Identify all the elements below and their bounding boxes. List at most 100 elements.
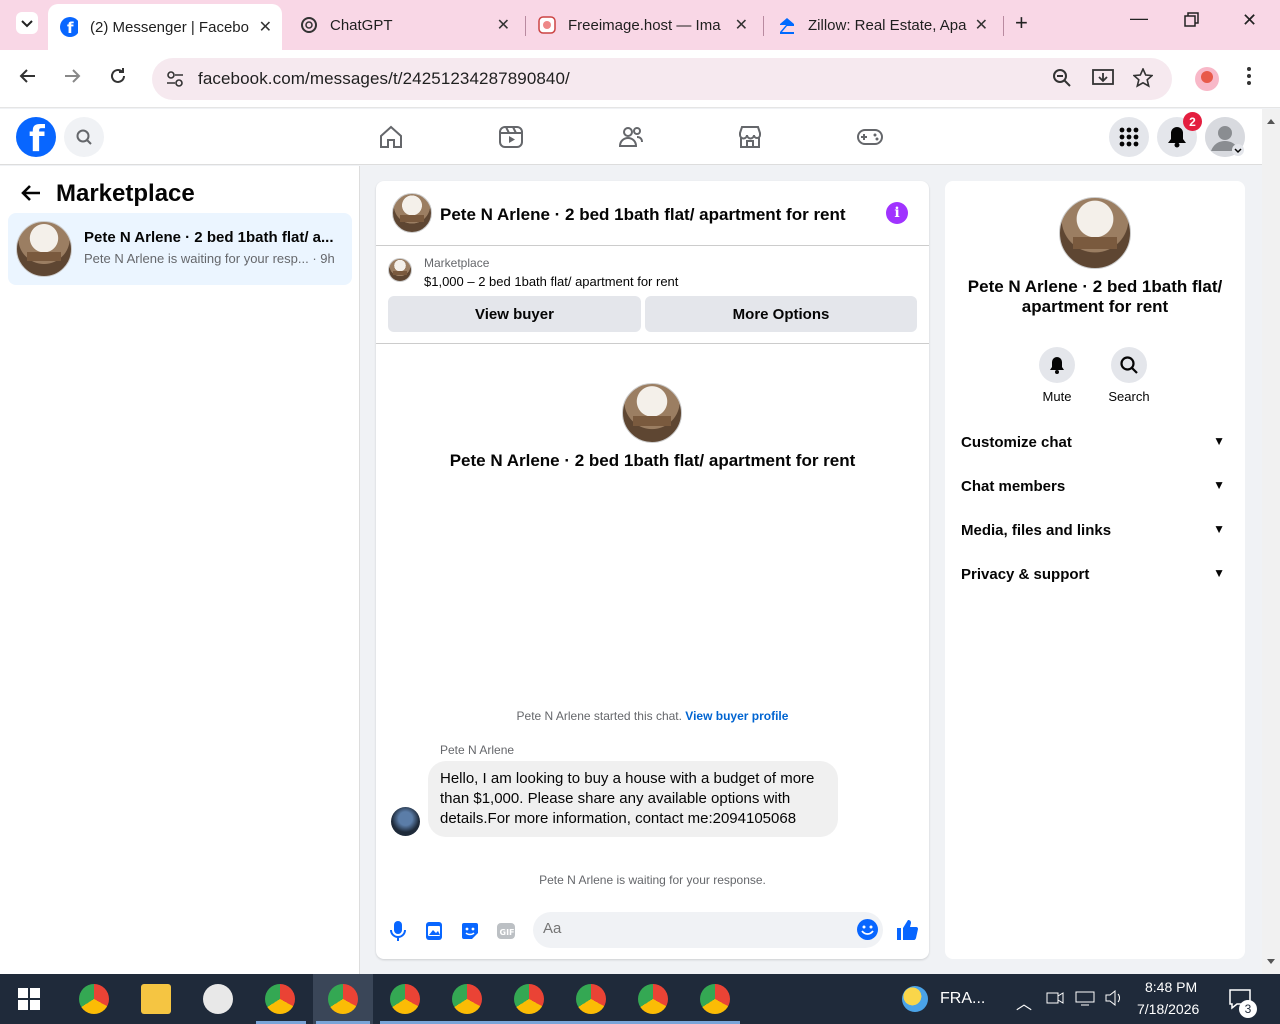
message-bubble[interactable]: Hello, I am looking to buy a house with …: [428, 761, 838, 837]
facebook-logo-icon[interactable]: f: [16, 117, 56, 160]
chat-header-avatar[interactable]: [392, 193, 432, 233]
chrome-profile-icon[interactable]: [265, 984, 295, 1014]
close-window-icon[interactable]: ✕: [1242, 10, 1257, 31]
notification-count-badge: 3: [1239, 1000, 1257, 1018]
clock-time[interactable]: 8:48 PM: [1145, 979, 1197, 995]
browser-tabbar: f (2) Messenger | Facebo ✕ ChatGPT ✕ Fre…: [0, 0, 1280, 50]
chrome-profile-icon[interactable]: [452, 984, 482, 1014]
search-icon: [1111, 347, 1147, 383]
chrome-profile-icon[interactable]: [514, 984, 544, 1014]
page-scrollbar[interactable]: [1262, 109, 1280, 974]
reload-icon[interactable]: [108, 66, 128, 92]
sender-avatar[interactable]: [391, 807, 420, 836]
tab-zillow[interactable]: Zillow: Real Estate, Apa ✕: [778, 8, 998, 42]
home-icon[interactable]: [377, 123, 405, 151]
profile-avatar-icon[interactable]: [1194, 66, 1220, 98]
close-tab-icon[interactable]: ✕: [497, 15, 510, 35]
chrome-profile-icon[interactable]: [576, 984, 606, 1014]
search-button[interactable]: Search: [1099, 347, 1159, 404]
tray-chevron-up-icon[interactable]: ︿: [1016, 990, 1032, 1014]
tab-title: ChatGPT: [330, 16, 393, 34]
close-tab-icon[interactable]: ✕: [259, 17, 272, 37]
zoom-icon[interactable]: [1052, 68, 1072, 93]
account-avatar-icon[interactable]: [1205, 117, 1245, 157]
tab-separator: [525, 16, 526, 36]
thumbs-up-icon[interactable]: [896, 919, 918, 941]
clock-date[interactable]: 7/18/2026: [1137, 1001, 1199, 1017]
divider: [376, 343, 929, 344]
chrome-taskbar-icon[interactable]: [79, 984, 109, 1014]
volume-tray-icon[interactable]: [1104, 989, 1124, 1009]
bell-icon: [1039, 347, 1075, 383]
microphone-icon[interactable]: [387, 920, 409, 942]
chrome-profile-icon[interactable]: [700, 984, 730, 1014]
conversation-item[interactable]: Pete N Arlene · 2 bed 1bath flat/ a... P…: [8, 213, 352, 285]
weather-icon[interactable]: [902, 986, 928, 1012]
site-settings-icon[interactable]: [166, 70, 184, 93]
chat-members-row[interactable]: Chat members ▼: [961, 478, 1229, 506]
tab-chatgpt[interactable]: ChatGPT ✕: [300, 8, 520, 42]
emoji-icon[interactable]: [857, 919, 878, 940]
forward-icon[interactable]: [62, 66, 82, 92]
facebook-icon: f: [60, 17, 78, 37]
close-tab-icon[interactable]: ✕: [975, 15, 988, 35]
listing-price[interactable]: $1,000 – 2 bed 1bath flat/ apartment for…: [424, 274, 678, 289]
restore-icon[interactable]: [1184, 12, 1200, 33]
marketplace-icon[interactable]: [736, 123, 764, 151]
chat-details-panel: Pete N Arlene · 2 bed 1bath flat/ apartm…: [945, 181, 1245, 959]
address-bar[interactable]: facebook.com/messages/t/2425123428789084…: [152, 58, 1172, 100]
tab-title: Zillow: Real Estate, Apa: [808, 16, 967, 34]
tab-messenger[interactable]: f (2) Messenger | Facebo ✕: [48, 4, 282, 50]
install-app-icon[interactable]: [1092, 68, 1114, 93]
snipping-tool-icon[interactable]: [203, 984, 233, 1014]
bookmark-star-icon[interactable]: [1132, 67, 1154, 93]
tab-freeimage[interactable]: Freeimage.host — Ima ✕: [538, 8, 758, 42]
more-options-button[interactable]: More Options: [645, 296, 917, 332]
media-files-links-row[interactable]: Media, files and links ▼: [961, 522, 1229, 550]
chevron-down-icon: ▼: [1213, 478, 1225, 492]
message-sender: Pete N Arlene: [440, 743, 515, 757]
minimize-icon[interactable]: —: [1130, 8, 1148, 29]
camera-tray-icon[interactable]: [1046, 990, 1064, 1009]
details-avatar[interactable]: [1059, 197, 1131, 269]
browser-menu-icon[interactable]: [1246, 66, 1252, 92]
message-input[interactable]: [543, 920, 843, 937]
privacy-support-row[interactable]: Privacy & support ▼: [961, 566, 1229, 594]
svg-text:GIF: GIF: [500, 928, 515, 937]
back-arrow-icon[interactable]: [20, 182, 42, 209]
view-buyer-button[interactable]: View buyer: [388, 296, 641, 332]
gif-icon[interactable]: GIF: [495, 920, 517, 942]
customize-chat-row[interactable]: Customize chat ▼: [961, 434, 1229, 462]
menu-grid-icon[interactable]: [1109, 117, 1149, 157]
info-icon[interactable]: i: [886, 202, 908, 224]
back-icon[interactable]: [18, 66, 38, 92]
windows-start-icon[interactable]: [18, 988, 40, 1015]
mute-label: Mute: [1042, 389, 1072, 404]
openai-icon: [300, 16, 318, 34]
sticker-icon[interactable]: [459, 920, 481, 942]
page-title: Marketplace: [56, 180, 195, 207]
chrome-profile-icon[interactable]: [390, 984, 420, 1014]
file-explorer-icon[interactable]: [141, 984, 171, 1014]
chevron-down-icon: ▼: [1213, 566, 1225, 580]
facebook-search-icon[interactable]: [64, 117, 104, 157]
view-buyer-profile-link[interactable]: View buyer profile: [685, 709, 788, 723]
chat-title[interactable]: Pete N Arlene · 2 bed 1bath flat/ apartm…: [440, 205, 846, 225]
chrome-active-icon[interactable]: [328, 984, 358, 1014]
close-tab-icon[interactable]: ✕: [735, 15, 748, 35]
url-text: facebook.com/messages/t/2425123428789084…: [198, 69, 570, 88]
tab-title: Freeimage.host — Ima: [568, 16, 721, 34]
listing-thumb: [388, 258, 412, 282]
message-composer[interactable]: [533, 912, 883, 948]
chat-center-name: Pete N Arlene · 2 bed 1bath flat/ apartm…: [449, 451, 856, 470]
friends-icon[interactable]: [617, 123, 645, 151]
chrome-profile-icon[interactable]: [638, 984, 668, 1014]
weather-text[interactable]: FRA...: [940, 990, 985, 1008]
network-tray-icon[interactable]: [1075, 990, 1095, 1009]
photo-icon[interactable]: [423, 920, 445, 942]
gaming-icon[interactable]: [856, 123, 884, 151]
mute-button[interactable]: Mute: [1027, 347, 1087, 404]
video-icon[interactable]: [497, 123, 525, 151]
tab-search-chevron-icon[interactable]: [16, 12, 38, 37]
new-tab-icon[interactable]: +: [1015, 10, 1028, 36]
